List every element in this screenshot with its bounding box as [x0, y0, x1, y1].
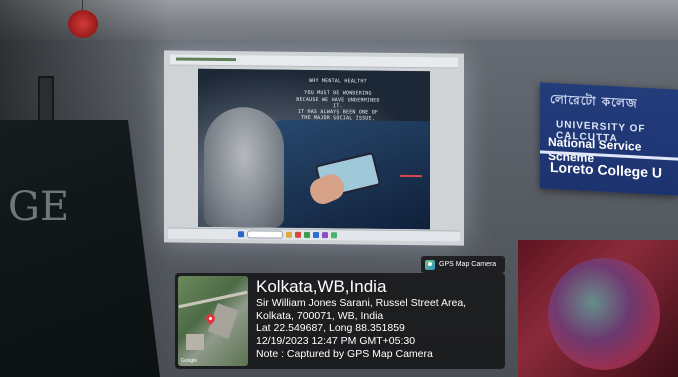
chalkboard-writing: GE [8, 184, 70, 230]
browser-icon [304, 231, 310, 238]
red-lantern [68, 10, 98, 38]
map-thumbnail: Google [178, 276, 248, 366]
gps-address-line: Sir William Jones Sarani, Russel Street … [256, 297, 467, 309]
gps-location-overlay: Google Kolkata,WB,India Sir William Jone… [175, 273, 505, 369]
projected-taskbar [168, 227, 460, 242]
folder-icon [286, 231, 292, 238]
map-credit: Google [181, 358, 198, 364]
windows-start-icon [238, 231, 244, 238]
slide-red-line [400, 174, 422, 178]
gps-map-camera-icon [425, 259, 435, 270]
gps-camera-badge: GPS Map Camera [421, 256, 505, 273]
projected-window-titlebar [170, 54, 458, 69]
slide-text: WHY MENTAL HEALTH? YOU MUST BE WONDERING… [268, 78, 408, 123]
app-icon [313, 231, 319, 239]
app-icon [322, 232, 328, 239]
projected-slide: WHY MENTAL HEALTH? YOU MUST BE WONDERING… [198, 68, 430, 230]
slide-hooded-person [204, 106, 284, 228]
photo-scene: WHY MENTAL HEALTH? YOU MUST BE WONDERING… [0, 0, 678, 377]
gps-datetime: 12/19/2023 12:47 PM GMT+05:30 [256, 335, 416, 348]
poster-artwork [548, 258, 660, 370]
gps-coordinates: Lat 22.549687, Long 88.351859 [256, 322, 405, 335]
gps-address-line: Kolkata, 700071, WB, India [256, 309, 384, 322]
map-building [186, 334, 204, 350]
gps-camera-badge-label: GPS Map Camera [439, 261, 497, 268]
projected-screen: WHY MENTAL HEALTH? YOU MUST BE WONDERING… [164, 50, 464, 246]
gps-note: Note : Captured by GPS Map Camera [256, 347, 433, 360]
college-banner: লোরেটো কলেজ UNIVERSITY OF CALCUTTA Natio… [540, 82, 678, 196]
banner-bengali-text: লোরেটো কলেজ [550, 91, 638, 111]
gps-info-text: Kolkata,WB,India Sir William Jones Saran… [248, 276, 466, 366]
gps-city: Kolkata,WB,India [256, 277, 387, 296]
map-road [178, 290, 248, 309]
app-icon [295, 231, 301, 238]
taskbar-search-box [247, 230, 283, 239]
app-icon [331, 232, 337, 239]
